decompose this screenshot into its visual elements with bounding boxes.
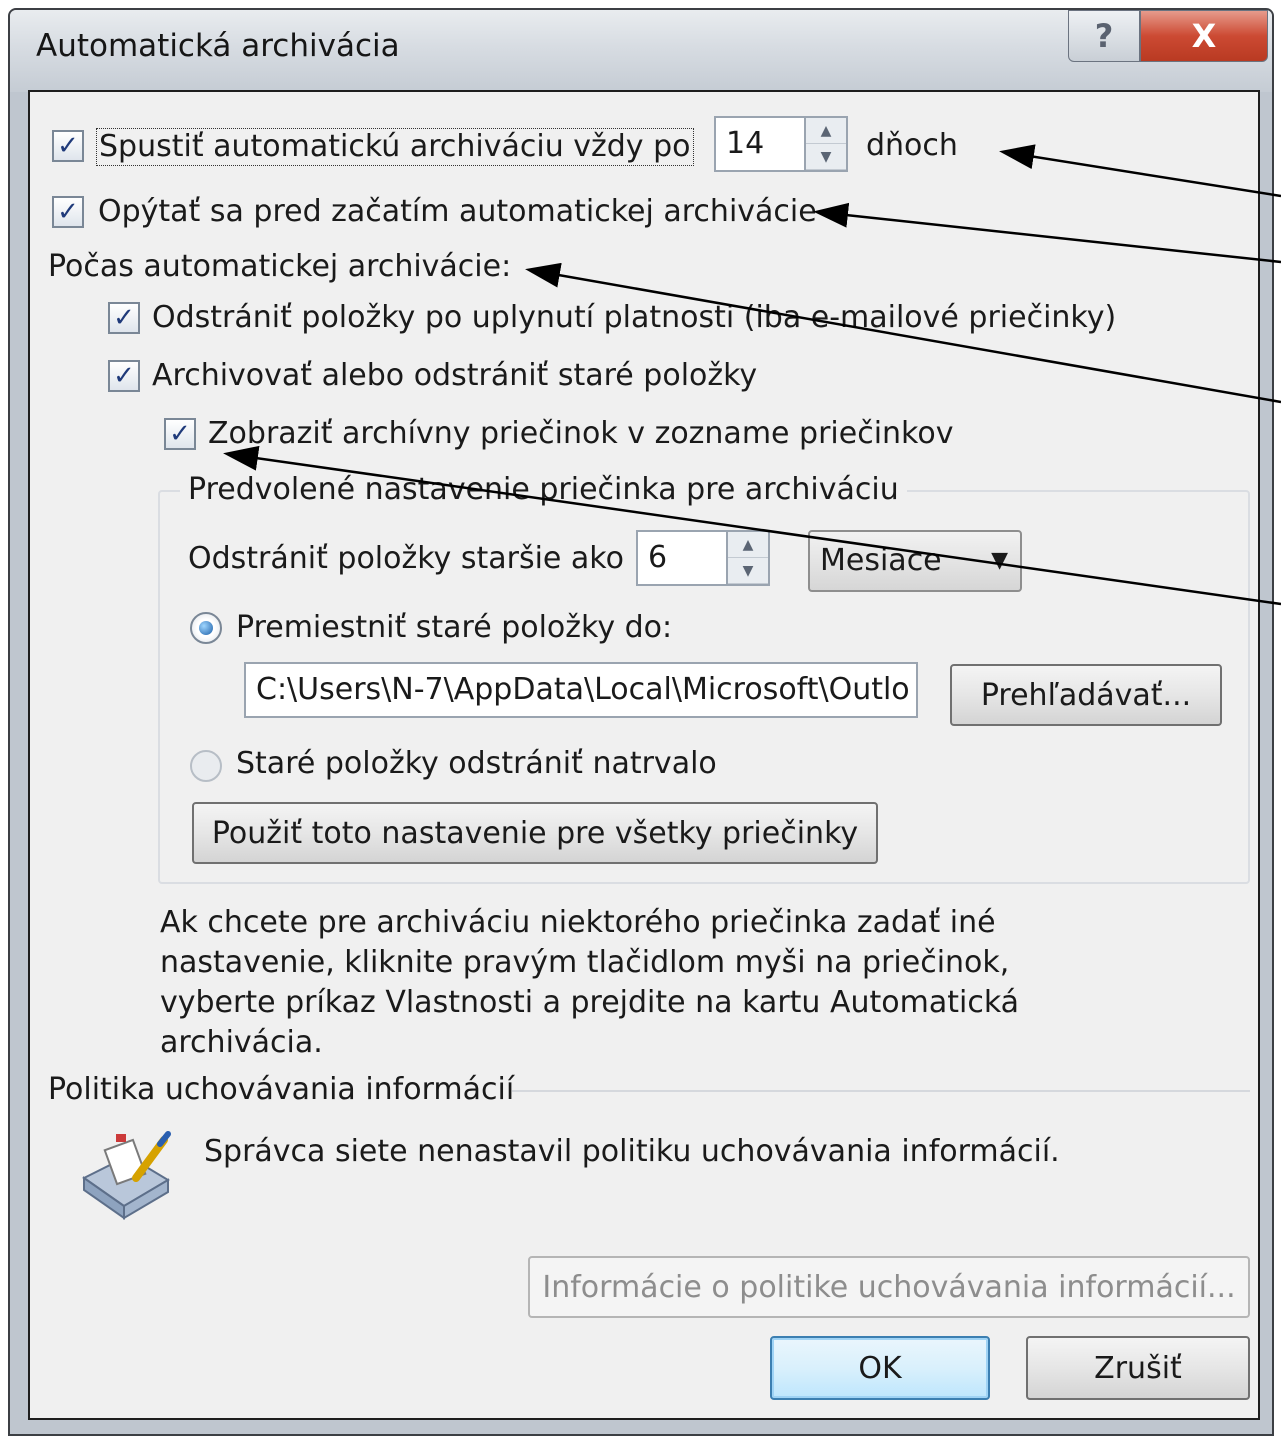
- callout-arrow-4: [223, 445, 1281, 606]
- callout-arrows: [223, 144, 1281, 606]
- callout-arrow-3: [525, 262, 1281, 404]
- callout-arrow-2: [813, 202, 1281, 264]
- callout-arrow-1: [999, 144, 1281, 198]
